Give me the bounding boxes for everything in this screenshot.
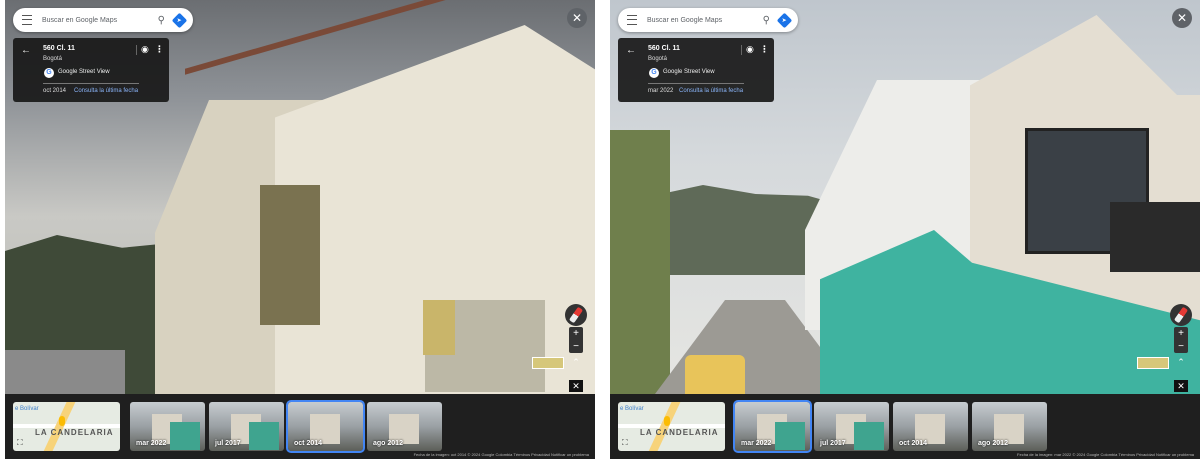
date-thumbnail-selected[interactable]: mar 2022 [733, 400, 812, 453]
source-label: Google Street View [58, 69, 110, 75]
city-label: Bogotá [43, 56, 63, 62]
zoom-out-button[interactable]: − [569, 340, 583, 353]
date-thumbnail[interactable]: ago 2012 [367, 402, 442, 451]
capture-date: mar 2022 [648, 88, 674, 94]
date-thumbnail-selected[interactable]: oct 2014 [286, 400, 365, 453]
pin-icon[interactable]: ◉ [746, 44, 754, 55]
zoom-control[interactable]: + − [1174, 327, 1188, 353]
latest-date-link[interactable]: Consulta la última fecha [679, 88, 743, 94]
search-bar[interactable]: Buscar en Google Maps ⚲ ➤ [13, 8, 193, 32]
search-input[interactable]: Buscar en Google Maps [42, 17, 158, 24]
mini-map[interactable]: e Bolívar LA CANDELARIA ⛶ [13, 402, 120, 451]
date-thumbnail[interactable]: ago 2012 [972, 402, 1047, 451]
search-input[interactable]: Buscar en Google Maps [647, 17, 763, 24]
footer-bar: Fecha de la imagen: mar 2022 © 2024 Goog… [1017, 452, 1194, 457]
time-travel-strip: e Bolívar LA CANDELARIA ⛶ mar 2022 jul 2… [5, 394, 595, 459]
zoom-in-button[interactable]: + [1174, 327, 1188, 340]
date-thumbnail[interactable]: jul 2017 [209, 402, 284, 451]
thumbnail-date: mar 2022 [136, 440, 167, 447]
date-thumbnail[interactable]: mar 2022 [130, 402, 205, 451]
more-vert-icon[interactable]: ⋮ [760, 44, 769, 55]
taxi [685, 355, 745, 394]
close-timeline-icon[interactable]: ✕ [569, 380, 583, 392]
zoom-control[interactable]: + − [569, 327, 583, 353]
pin-icon[interactable]: ◉ [141, 44, 149, 55]
chevron-up-icon[interactable]: ⌃ [569, 357, 583, 369]
streetview-panel-left[interactable]: Buscar en Google Maps ⚲ ➤ ← 560 Cl. 11 B… [5, 0, 595, 459]
google-logo-icon: G [44, 68, 54, 78]
city-label: Bogotá [648, 56, 668, 62]
thumbnail-date: ago 2012 [373, 440, 403, 447]
directions-icon[interactable]: ➤ [171, 12, 188, 28]
fullscreen-icon[interactable]: ⛶ [622, 438, 628, 448]
latest-date-link[interactable]: Consulta la última fecha [74, 88, 138, 94]
zoom-in-button[interactable]: + [569, 327, 583, 340]
back-arrow-icon[interactable]: ← [626, 45, 636, 56]
thumbnail-date: jul 2017 [820, 440, 846, 447]
back-arrow-icon[interactable]: ← [21, 45, 31, 56]
map-area-label: LA CANDELARIA [640, 428, 719, 437]
thumbnail-date: oct 2014 [294, 440, 323, 447]
more-vert-icon[interactable]: ⋮ [155, 44, 164, 55]
close-timeline-icon[interactable]: ✕ [1174, 380, 1188, 392]
vegetation-wall [610, 130, 670, 394]
search-icon[interactable]: ⚲ [158, 15, 165, 26]
fullscreen-icon[interactable]: ⛶ [17, 438, 23, 448]
address-title: 560 Cl. 11 [43, 45, 75, 52]
thumbnail-date: oct 2014 [899, 440, 928, 447]
source-label: Google Street View [663, 69, 715, 75]
search-icon[interactable]: ⚲ [763, 15, 770, 26]
address-title: 560 Cl. 11 [648, 45, 680, 52]
thumbnail-date: mar 2022 [741, 440, 772, 447]
menu-icon[interactable] [627, 15, 637, 25]
close-icon[interactable]: ✕ [1172, 8, 1192, 28]
directions-icon[interactable]: ➤ [776, 12, 793, 28]
date-thumbnail[interactable]: jul 2017 [814, 402, 889, 451]
balcony [260, 185, 320, 325]
map-poi-label: e Bolívar [620, 406, 644, 412]
streetview-panel-right[interactable]: Buscar en Google Maps ⚲ ➤ ← 560 Cl. 11 B… [610, 0, 1200, 459]
map-poi-label: e Bolívar [15, 406, 39, 412]
google-logo-icon: G [649, 68, 659, 78]
map-area-label: LA CANDELARIA [35, 428, 114, 437]
compass-icon[interactable] [565, 304, 587, 326]
search-bar[interactable]: Buscar en Google Maps ⚲ ➤ [618, 8, 798, 32]
location-info-card: ← 560 Cl. 11 Bogotá ◉ ⋮ G Google Street … [13, 38, 169, 102]
close-icon[interactable]: ✕ [567, 8, 587, 28]
chevron-up-icon[interactable]: ⌃ [1174, 357, 1188, 369]
pegman-icon [664, 416, 670, 426]
time-travel-strip: e Bolívar LA CANDELARIA ⛶ mar 2022 jul 2… [610, 394, 1200, 459]
pegman-icon [59, 416, 65, 426]
sign [1110, 202, 1200, 272]
mini-map[interactable]: e Bolívar LA CANDELARIA ⛶ [618, 402, 725, 451]
imagery-toggle[interactable] [1137, 357, 1169, 369]
capture-date: oct 2014 [43, 88, 67, 94]
footer-bar: Fecha de la imagen: oct 2014 © 2024 Goog… [413, 452, 589, 457]
thumbnail-date: jul 2017 [215, 440, 241, 447]
location-info-card: ← 560 Cl. 11 Bogotá ◉ ⋮ G Google Street … [618, 38, 774, 102]
imagery-toggle[interactable] [532, 357, 564, 369]
menu-icon[interactable] [22, 15, 32, 25]
date-thumbnail[interactable]: oct 2014 [893, 402, 968, 451]
compass-icon[interactable] [1170, 304, 1192, 326]
zoom-out-button[interactable]: − [1174, 340, 1188, 353]
thumbnail-date: ago 2012 [978, 440, 1008, 447]
